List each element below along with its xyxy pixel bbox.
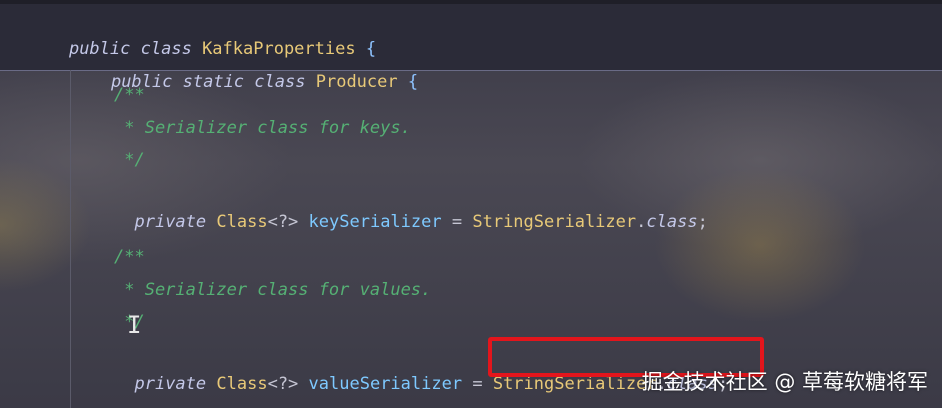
keyword-class: class bbox=[254, 72, 306, 92]
class-literal: class bbox=[646, 212, 698, 232]
generic-wildcard: <?> bbox=[267, 212, 299, 232]
inner-class-name: Producer bbox=[315, 72, 398, 92]
sticky-line-inner-class[interactable]: public static class Producer { bbox=[70, 37, 418, 92]
type-class: Class bbox=[216, 374, 268, 394]
field-key-serializer[interactable]: private Class<?> keySerializer = StringS… bbox=[114, 177, 707, 232]
equals: = bbox=[472, 374, 483, 394]
watermark-text: 掘金技术社区 @ 草莓软糖将军 bbox=[641, 370, 928, 394]
sticky-scope-header: public class KafkaProperties { public st… bbox=[0, 0, 942, 92]
sticky-line-class[interactable]: public class KafkaProperties { bbox=[28, 4, 376, 59]
dot: . bbox=[636, 212, 647, 232]
equals: = bbox=[451, 212, 463, 232]
keyword-private: private bbox=[134, 212, 207, 232]
comment-text-values: * Serializer class for values. bbox=[114, 280, 432, 300]
value-class: StringSerializer bbox=[492, 374, 657, 394]
comment-text-keys: * Serializer class for keys. bbox=[114, 118, 411, 138]
type-class: Class bbox=[216, 212, 268, 232]
indent-guide bbox=[70, 70, 71, 408]
text-cursor-icon: 𝙸 bbox=[127, 311, 142, 339]
field-name: keySerializer bbox=[308, 212, 442, 232]
generic-wildcard: <?> bbox=[267, 374, 299, 394]
value-class: StringSerializer bbox=[472, 212, 637, 232]
comment-close-1: */ bbox=[114, 150, 145, 170]
field-name: valueSerializer bbox=[308, 374, 463, 394]
comment-open-2: /** bbox=[114, 247, 145, 267]
keyword-private: private bbox=[134, 374, 207, 394]
keyword-static: static bbox=[182, 72, 245, 92]
semicolon: ; bbox=[697, 212, 708, 232]
comment-open-1: /** bbox=[114, 85, 145, 105]
open-brace: { bbox=[407, 72, 419, 92]
